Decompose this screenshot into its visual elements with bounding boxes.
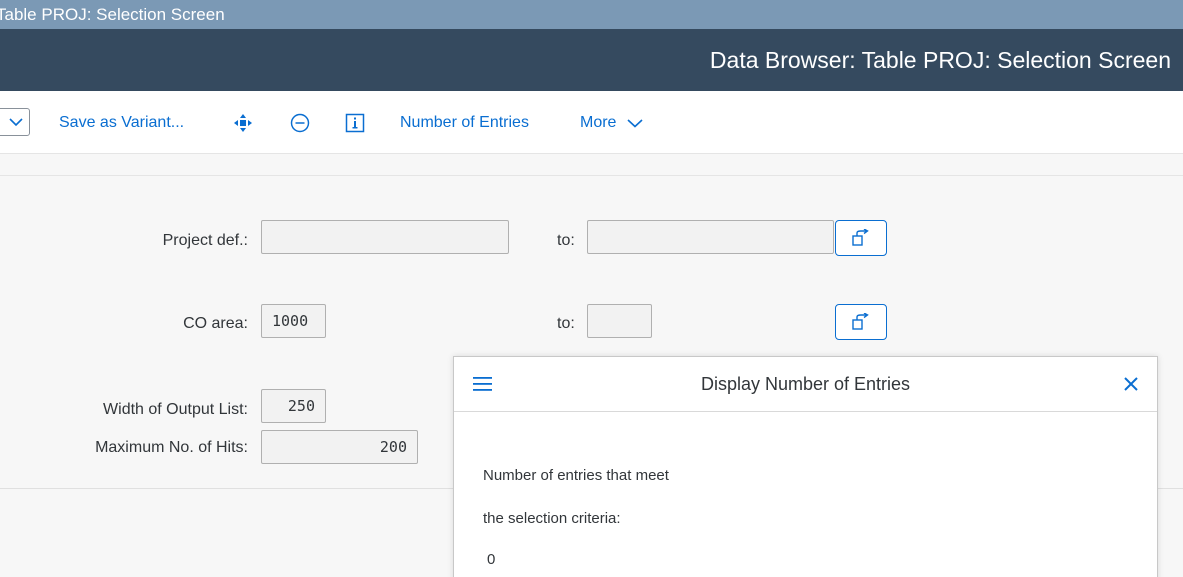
project-def-to-label: to: (557, 232, 575, 249)
project-def-to-input[interactable] (587, 220, 834, 254)
variant-dropdown[interactable] (0, 108, 30, 136)
chevron-down-icon (627, 119, 643, 128)
co-area-to-input[interactable] (587, 304, 652, 338)
close-icon[interactable] (1123, 376, 1139, 392)
width-output-list-label: Width of Output List: (103, 401, 248, 418)
dialog-header: Display Number of Entries (454, 357, 1157, 412)
co-area-to-label: to: (557, 315, 575, 332)
entries-count: 0 (487, 551, 496, 568)
more-button[interactable]: More (580, 91, 643, 154)
project-def-label: Project def.: (162, 232, 248, 249)
multiple-selection-icon (852, 313, 869, 330)
save-as-variant-button[interactable]: Save as Variant... (59, 91, 184, 154)
number-of-entries-dialog: Display Number of Entries Number of entr… (453, 356, 1158, 577)
more-label: More (580, 114, 617, 131)
multiple-selection-button[interactable] (835, 304, 887, 340)
minus-circle-icon[interactable] (289, 112, 311, 134)
toolbar: Save as Variant... Number of Entries Mor… (0, 91, 1183, 154)
chevron-down-icon (9, 118, 23, 127)
move-icon[interactable] (232, 112, 254, 134)
number-of-entries-button[interactable]: Number of Entries (400, 91, 529, 154)
max-hits-input[interactable]: 200 (261, 430, 418, 464)
co-area-label: CO area: (183, 315, 248, 332)
width-output-list-input[interactable]: 250 (261, 389, 326, 423)
multiple-selection-icon (852, 229, 869, 246)
dialog-title: Display Number of Entries (700, 374, 911, 394)
project-def-from-input[interactable] (261, 220, 509, 254)
menu-icon[interactable] (473, 376, 493, 392)
max-hits-label: Maximum No. of Hits: (95, 439, 248, 456)
dialog-message-line2: the selection criteria: (483, 510, 621, 527)
shell-bar: Data Browser: Table PROJ: Selection Scre… (0, 29, 1183, 91)
page-title: Data Browser: Table PROJ: Selection Scre… (709, 47, 1171, 73)
window-title: Table PROJ: Selection Screen (0, 5, 225, 24)
multiple-selection-button[interactable] (835, 220, 887, 256)
info-icon[interactable] (344, 112, 366, 134)
dialog-message-line1: Number of entries that meet (483, 467, 669, 484)
co-area-from-input[interactable]: 1000 (261, 304, 326, 338)
window-title-bar: Table PROJ: Selection Screen (0, 0, 1183, 29)
